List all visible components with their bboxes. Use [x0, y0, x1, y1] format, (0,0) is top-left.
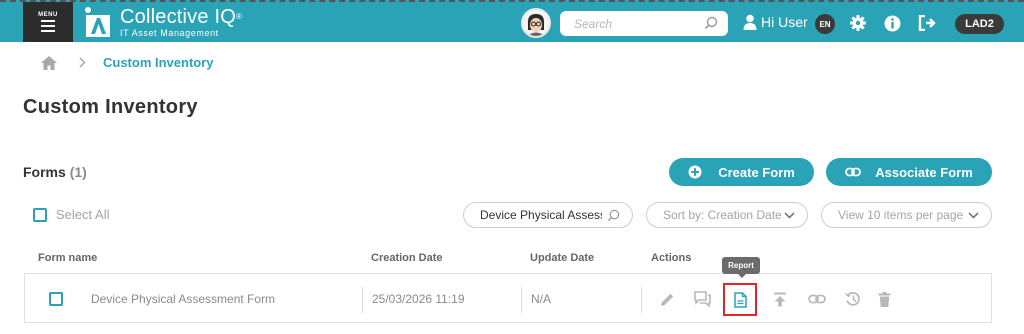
associate-form-label: Associate Form	[875, 164, 973, 180]
forms-label: Forms	[23, 164, 66, 180]
page-title: Custom Inventory	[23, 96, 198, 118]
search-box[interactable]	[560, 11, 728, 36]
link-button[interactable]	[808, 290, 826, 308]
column-divider	[641, 287, 642, 313]
column-header-actions: Actions	[651, 252, 692, 264]
delete-icon	[878, 291, 890, 307]
comments-button[interactable]	[693, 290, 711, 308]
info-button[interactable]	[883, 14, 901, 32]
table-row: Device Physical Assessment Form 25/03/20…	[24, 273, 992, 323]
report-tooltip: Report	[722, 257, 760, 278]
forms-count: (1)	[69, 164, 87, 180]
breadcrumb: Custom Inventory	[41, 55, 214, 70]
select-all-checkbox[interactable]	[33, 207, 47, 222]
avatar[interactable]	[521, 8, 551, 38]
info-icon	[884, 15, 900, 31]
avatar-face-icon	[523, 10, 549, 36]
language-badge[interactable]: EN	[815, 14, 835, 34]
brand-mark-icon	[85, 7, 110, 37]
hamburger-icon	[41, 20, 55, 32]
report-button[interactable]	[723, 283, 757, 316]
user-menu[interactable]: Hi User	[743, 14, 808, 30]
gear-icon	[850, 15, 866, 31]
delete-button[interactable]	[875, 290, 893, 308]
form-name-filter[interactable]: Device Physical Assessment Form	[463, 202, 633, 228]
column-header-form-name: Form name	[38, 252, 98, 264]
sort-dropdown[interactable]: Sort by: Creation Date	[646, 202, 808, 228]
search-input[interactable]	[574, 15, 704, 32]
settings-button[interactable]	[849, 14, 867, 32]
search-icon[interactable]	[704, 16, 718, 30]
column-header-update-date: Update Date	[530, 252, 595, 264]
page-size-dropdown[interactable]: View 10 items per page	[821, 202, 992, 228]
logout-icon	[918, 15, 936, 31]
form-name-filter-value[interactable]: Device Physical Assessment Form	[480, 208, 602, 222]
link-icon	[808, 294, 826, 304]
brand-name-text: Collective IQ	[120, 5, 236, 28]
history-icon	[845, 292, 860, 306]
brand-tagline: IT Asset Management	[120, 27, 219, 38]
edit-icon	[660, 293, 673, 306]
forms-heading: Forms (1)	[23, 164, 87, 180]
home-icon[interactable]	[41, 55, 57, 70]
associate-form-button[interactable]: Associate Form	[826, 158, 992, 186]
user-greeting: Hi User	[761, 14, 808, 30]
create-form-button[interactable]: Create Form	[669, 158, 814, 186]
chevron-down-icon	[784, 212, 795, 219]
report-icon	[733, 291, 747, 308]
page-size-dropdown-value: View 10 items per page	[838, 208, 964, 222]
select-all-label: Select All	[56, 207, 110, 222]
menu-button[interactable]: MENU	[23, 2, 73, 42]
breadcrumb-current[interactable]: Custom Inventory	[103, 55, 214, 70]
comments-icon	[693, 291, 711, 307]
upload-button[interactable]	[771, 290, 789, 308]
brand-name: Collective IQ®	[120, 7, 242, 27]
row-creation-date: 25/03/2026 11:19	[372, 292, 465, 306]
create-form-label: Create Form	[718, 164, 795, 180]
column-divider	[521, 287, 522, 313]
brand-logo[interactable]: Collective IQ® IT Asset Management	[82, 6, 242, 38]
column-divider	[362, 287, 363, 313]
row-checkbox[interactable]	[49, 292, 63, 306]
select-all[interactable]: Select All	[33, 207, 109, 222]
workspace-badge[interactable]: LAD2	[955, 14, 1004, 34]
chevron-down-icon	[968, 212, 979, 219]
menu-label: MENU	[38, 12, 58, 18]
column-header-creation-date: Creation Date	[371, 252, 443, 264]
search-icon[interactable]	[607, 209, 620, 222]
logout-button[interactable]	[918, 14, 936, 32]
registered-mark: ®	[235, 11, 243, 21]
user-icon	[743, 14, 757, 30]
sort-dropdown-value: Sort by: Creation Date	[663, 208, 782, 222]
row-form-name[interactable]: Device Physical Assessment Form	[91, 292, 275, 306]
history-button[interactable]	[844, 290, 862, 308]
edit-button[interactable]	[658, 290, 676, 308]
chevron-right-icon	[79, 57, 86, 68]
row-update-date: N/A	[531, 292, 552, 306]
top-bar: MENU Collective IQ® IT Asset Management	[0, 0, 1024, 42]
upload-icon	[774, 292, 786, 306]
